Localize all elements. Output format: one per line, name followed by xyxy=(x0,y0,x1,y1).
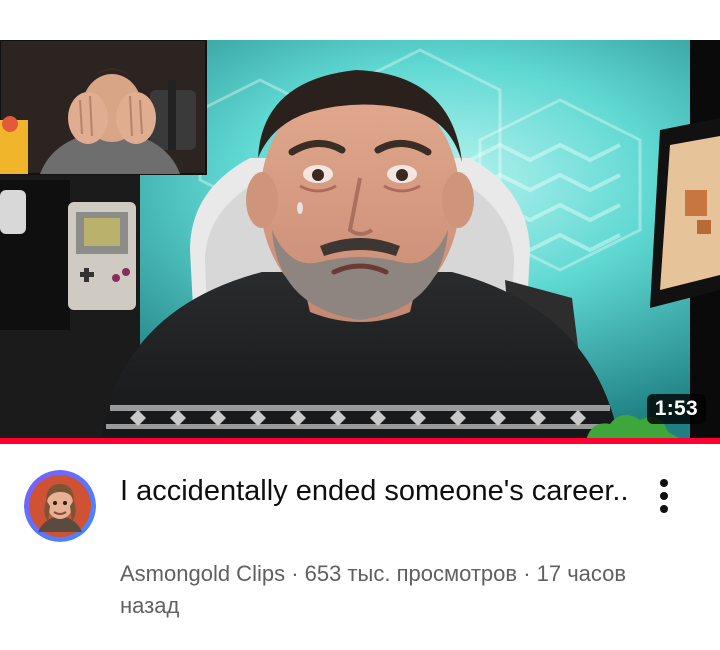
view-count: 653 тыс. просмотров xyxy=(304,561,518,586)
video-details: Asmongold Clips · 653 тыс. просмотров · … xyxy=(120,558,630,622)
channel-name[interactable]: Asmongold Clips xyxy=(120,561,285,586)
separator: · xyxy=(285,561,305,586)
video-thumbnail[interactable]: 1:53 xyxy=(0,40,720,444)
duration-badge: 1:53 xyxy=(646,394,706,424)
thumbnail-image xyxy=(0,40,720,444)
video-meta: I accidentally ended someone's career.. … xyxy=(0,444,720,650)
vertical-ellipsis-icon xyxy=(660,479,668,513)
video-title[interactable]: I accidentally ended someone's career.. xyxy=(120,471,630,511)
top-spacer xyxy=(0,0,720,40)
more-actions-button[interactable] xyxy=(642,474,686,518)
separator: · xyxy=(517,561,537,586)
channel-avatar-image xyxy=(24,470,96,542)
channel-avatar[interactable] xyxy=(24,470,96,542)
